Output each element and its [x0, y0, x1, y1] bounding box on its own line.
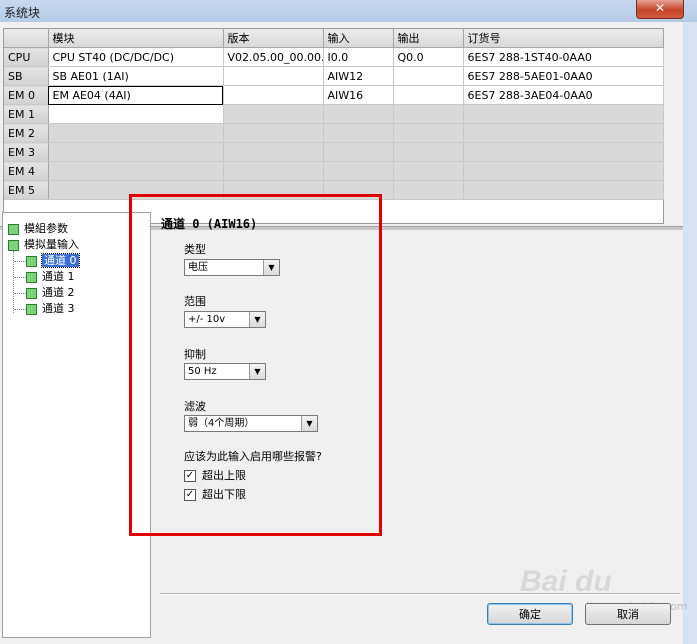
row-slot-label: CPU [4, 47, 49, 67]
cell-version[interactable] [223, 66, 324, 86]
table-row[interactable]: EM 4 [4, 161, 664, 181]
cell-version[interactable] [223, 104, 324, 124]
row-slot-label: EM 4 [4, 161, 49, 181]
title-bar: 系统块 ✕ [0, 0, 697, 22]
tree-item-label: 模組参数 [24, 222, 68, 235]
tree-item-label: 通道 0 [41, 253, 80, 268]
cell-order[interactable]: 6ES7 288-5AE01-0AA0 [463, 66, 664, 86]
tree-connector [14, 309, 26, 310]
close-button[interactable]: ✕ [636, 0, 684, 19]
row-slot-label: EM 3 [4, 142, 49, 162]
green-square-icon [26, 303, 37, 315]
cell-input[interactable] [323, 161, 394, 181]
cell-output[interactable] [393, 85, 464, 105]
tree-item-label: 模拟量输入 [24, 238, 79, 251]
tree-connector [14, 261, 26, 262]
cell-module[interactable] [48, 104, 224, 124]
cell-module[interactable] [48, 142, 224, 162]
tree-item-label: 通道 2 [42, 286, 75, 299]
green-square-icon [8, 239, 19, 251]
watermark: Bai du [520, 565, 612, 598]
table-row[interactable]: EM 0 EM AE04 (4AI) AIW16 6ES7 288-3AE04-0AA… [4, 85, 664, 105]
cell-version[interactable] [223, 85, 324, 105]
cell-order[interactable] [463, 104, 664, 124]
grid-header-version[interactable]: 版本 [223, 29, 324, 48]
grid-header-corner [4, 29, 49, 48]
cell-version[interactable] [223, 142, 324, 162]
grid-header-order[interactable]: 订货号 [463, 29, 664, 48]
tree-item-channel-2[interactable]: 通道 2 [26, 286, 75, 300]
cell-order[interactable] [463, 123, 664, 143]
table-row[interactable]: EM 3 [4, 142, 664, 162]
window-title: 系统块 [4, 6, 41, 20]
table-row[interactable]: CPU CPU ST40 (DC/DC/DC) V02.05.00_00.00...… [4, 47, 664, 67]
cell-order[interactable] [463, 142, 664, 162]
annotation-highlight [129, 194, 382, 536]
cell-module[interactable]: SB AE01 (1AI) [48, 66, 224, 86]
cell-version[interactable] [223, 161, 324, 181]
tree-item-channel-1[interactable]: 通道 1 [26, 270, 75, 284]
cell-order[interactable] [463, 161, 664, 181]
table-row[interactable]: EM 2 [4, 123, 664, 143]
tree-connector [14, 293, 26, 294]
cell-input[interactable]: AIW12 [323, 66, 394, 86]
green-square-icon [8, 223, 19, 235]
cell-order[interactable]: 6ES7 288-3AE04-0AA0 [463, 85, 664, 105]
row-slot-label: EM 5 [4, 180, 49, 200]
grid-header-module[interactable]: 模块 [48, 29, 224, 48]
tree-item-module-params[interactable]: 模組参数 [8, 222, 68, 236]
cancel-button[interactable]: 取消 [585, 603, 671, 625]
green-square-icon [26, 287, 37, 299]
cell-order[interactable] [463, 180, 664, 200]
cell-version[interactable] [223, 123, 324, 143]
row-slot-label: SB [4, 66, 49, 86]
cell-module[interactable]: EM AE04 (4AI) [48, 85, 224, 105]
cell-output[interactable] [393, 161, 464, 181]
cell-input[interactable]: I0.0 [323, 47, 394, 67]
cell-output[interactable] [393, 104, 464, 124]
row-slot-label: EM 0 [4, 85, 49, 105]
cell-output[interactable] [393, 180, 464, 200]
cell-input[interactable]: AIW16 [323, 85, 394, 105]
tree-item-channel-3[interactable]: 通道 3 [26, 302, 75, 316]
cell-module[interactable] [48, 161, 224, 181]
tree-item-label: 通道 1 [42, 270, 75, 283]
cell-output[interactable]: Q0.0 [393, 47, 464, 67]
cell-module[interactable] [48, 123, 224, 143]
window-edge [683, 22, 697, 644]
cell-input[interactable] [323, 123, 394, 143]
row-slot-label: EM 2 [4, 123, 49, 143]
tree-item-label: 通道 3 [42, 302, 75, 315]
cell-output[interactable] [393, 66, 464, 86]
ok-button[interactable]: 确定 [487, 603, 573, 625]
cell-input[interactable] [323, 104, 394, 124]
cell-module[interactable]: CPU ST40 (DC/DC/DC) [48, 47, 224, 67]
tree-connector [14, 277, 26, 278]
table-row[interactable]: SB SB AE01 (1AI) AIW12 6ES7 288-5AE01-0AA0 [4, 66, 664, 86]
cell-version[interactable]: V02.05.00_00.00... [223, 47, 324, 67]
grid-header-input[interactable]: 输入 [323, 29, 394, 48]
row-slot-label: EM 1 [4, 104, 49, 124]
grid-header-row: 模块 版本 输入 输出 订货号 [4, 29, 664, 48]
cell-output[interactable] [393, 142, 464, 162]
tree-item-channel-0[interactable]: 通道 0 [26, 253, 80, 268]
tree-item-analog-input[interactable]: 模拟量输入 [8, 238, 79, 252]
grid-header-output[interactable]: 输出 [393, 29, 464, 48]
green-square-icon [26, 271, 37, 283]
cell-input[interactable] [323, 142, 394, 162]
cell-output[interactable] [393, 123, 464, 143]
green-square-icon [26, 255, 37, 267]
table-row[interactable]: EM 1 [4, 104, 664, 124]
cell-order[interactable]: 6ES7 288-1ST40-0AA0 [463, 47, 664, 67]
